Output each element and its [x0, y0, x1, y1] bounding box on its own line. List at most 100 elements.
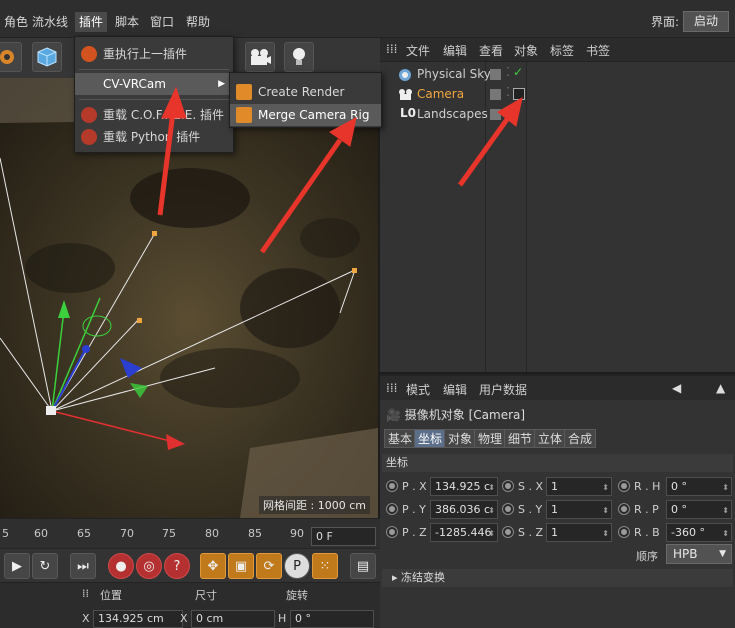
grid-dots-icon: ⁙	[319, 558, 331, 574]
x-size-field[interactable]: 0 cm	[191, 610, 275, 628]
radio-py[interactable]	[386, 503, 398, 515]
om-menu-bookmarks[interactable]: 书签	[586, 42, 610, 59]
rotation-order-select[interactable]: HPB ▼	[666, 544, 732, 564]
play-forward-button[interactable]: ▶	[4, 553, 30, 579]
visibility-dots-icon[interactable]: ⁚	[506, 65, 510, 79]
object-name: Camera	[417, 87, 465, 101]
render-toggle-icon[interactable]	[490, 109, 501, 120]
record-button[interactable]: ●	[108, 553, 134, 579]
am-menu-userdata[interactable]: 用户数据	[479, 381, 527, 398]
spinner-icon[interactable]: ⬍	[602, 479, 609, 496]
sx-field[interactable]: 1 ⬍	[546, 477, 612, 496]
loop-button[interactable]: ↻	[32, 553, 58, 579]
menu-pipeline[interactable]: 流水线	[28, 12, 72, 32]
spinner-icon[interactable]: ⬍	[722, 479, 729, 496]
spinner-icon[interactable]: ⬍	[602, 502, 609, 519]
om-menu-edit[interactable]: 编辑	[443, 42, 467, 59]
render-toggle-icon[interactable]	[490, 69, 501, 80]
spinner-icon[interactable]: ⬍	[722, 525, 729, 542]
radio-pz[interactable]	[386, 526, 398, 538]
tab-physical[interactable]: 物理	[474, 429, 507, 448]
light-tool-button[interactable]	[284, 42, 314, 72]
point-level-button[interactable]: ⁙	[312, 553, 338, 579]
autokey-button[interactable]: ◎	[136, 553, 162, 579]
rh-field[interactable]: 0 ° ⬍	[666, 477, 732, 496]
gear-tool-button[interactable]	[0, 42, 22, 72]
menu-item-create-render-settings[interactable]: Create Render Settings	[230, 81, 381, 121]
timeline-ruler[interactable]: 5 60 65 70 75 80 85 90 0 F	[0, 518, 380, 548]
cube-tool-button[interactable]	[32, 42, 62, 72]
radio-sy[interactable]	[502, 503, 514, 515]
am-menu-mode[interactable]: 模式	[406, 381, 430, 398]
radio-sx[interactable]	[502, 480, 514, 492]
x-position-field[interactable]: 134.925 cm	[93, 610, 183, 628]
camera-object[interactable]	[46, 406, 56, 415]
tab-object[interactable]: 对象	[444, 429, 477, 448]
spinner-icon[interactable]: ⬍	[488, 502, 495, 519]
size-header: 尺寸	[195, 589, 217, 602]
up-arrow-icon[interactable]: ▲	[716, 381, 725, 395]
om-menu-file[interactable]: 文件	[406, 42, 430, 59]
spinner-icon[interactable]: ⬍	[488, 525, 495, 542]
visibility-dots-icon[interactable]: ⁚	[506, 85, 510, 99]
layout-select[interactable]: 启动	[683, 11, 729, 32]
keyframe-help-button[interactable]: ?	[164, 553, 190, 579]
om-menu-objects[interactable]: 对象	[514, 42, 538, 59]
spinner-icon[interactable]: ⬍	[488, 479, 495, 496]
menu-window[interactable]: 窗口	[146, 12, 178, 32]
menu-item-rerun-plugin[interactable]: 重执行上一插件	[75, 43, 233, 65]
grip-icon: ⁞⁞⁞	[386, 381, 398, 395]
menu-item-reload-python[interactable]: 重载 Python 插件	[75, 126, 233, 148]
menu-item-reload-coffee[interactable]: 重载 C.O.F.F.E.E. 插件	[75, 104, 233, 126]
check-icon[interactable]: ✓	[513, 65, 523, 79]
tab-basic[interactable]: 基本	[384, 429, 417, 448]
sz-field[interactable]: 1 ⬍	[546, 523, 612, 542]
freeze-transform-section[interactable]: ▸ 冻结变换	[382, 569, 733, 587]
object-row-landscapes[interactable]: L0 Landscapes	[380, 105, 735, 125]
menu-script[interactable]: 脚本	[111, 12, 143, 32]
object-row-physical-sky[interactable]: Physical Sky ⁚ ✓	[380, 65, 735, 85]
position-header: 位置	[100, 589, 122, 602]
radio-sz[interactable]	[502, 526, 514, 538]
scale-key-button[interactable]: ▣	[228, 553, 254, 579]
render-settings-icon	[236, 84, 252, 100]
current-frame-field[interactable]: 0 F	[311, 527, 376, 546]
menu-help[interactable]: 帮助	[182, 12, 214, 32]
tab-coordinates[interactable]: 坐标	[414, 429, 447, 448]
rb-field[interactable]: -360 ° ⬍	[666, 523, 732, 542]
radio-rb[interactable]	[618, 526, 630, 538]
radio-rh[interactable]	[618, 480, 630, 492]
scale-icon: ▣	[234, 558, 248, 574]
tab-details[interactable]: 细节	[504, 429, 537, 448]
rp-field[interactable]: 0 ° ⬍	[666, 500, 732, 519]
om-menu-tags[interactable]: 标签	[550, 42, 574, 59]
am-menu-edit[interactable]: 编辑	[443, 381, 467, 398]
menu-item-merge-camera-rig[interactable]: Merge Camera Rig	[230, 104, 381, 126]
object-row-camera[interactable]: Camera ⁚	[380, 85, 735, 105]
om-menu-view[interactable]: 查看	[479, 42, 503, 59]
sx-label: S . X	[518, 480, 544, 493]
camera-tool-button[interactable]	[245, 42, 275, 72]
back-arrow-icon[interactable]: ◀	[672, 381, 681, 395]
tab-stereo[interactable]: 立体	[534, 429, 567, 448]
menu-bar: 角色 流水线 插件 脚本 窗口 帮助 界面: 启动	[0, 0, 735, 38]
menu-plugins[interactable]: 插件	[75, 12, 108, 32]
pz-field[interactable]: -1285.446 ⬍	[430, 523, 498, 542]
sy-field[interactable]: 1 ⬍	[546, 500, 612, 519]
radio-rp[interactable]	[618, 503, 630, 515]
camera-tag-icon[interactable]	[513, 88, 525, 100]
py-field[interactable]: 386.036 c ⬍	[430, 500, 498, 519]
rotate-key-button[interactable]: ⟳	[256, 553, 282, 579]
parameter-key-button[interactable]: P	[284, 553, 310, 579]
h-rotation-field[interactable]: 0 °	[290, 610, 374, 628]
move-key-button[interactable]: ✥	[200, 553, 226, 579]
spinner-icon[interactable]: ⬍	[722, 502, 729, 519]
tab-composition[interactable]: 合成	[564, 429, 597, 448]
radio-px[interactable]	[386, 480, 398, 492]
spinner-icon[interactable]: ⬍	[602, 525, 609, 542]
menu-item-cv-vrcam[interactable]: CV-VRCam ▶	[75, 73, 233, 95]
go-to-end-button[interactable]: ⏭	[70, 553, 96, 579]
render-toggle-icon[interactable]	[490, 89, 501, 100]
film-strip-button[interactable]: ▤	[350, 553, 376, 579]
px-field[interactable]: 134.925 c ⬍	[430, 477, 498, 496]
